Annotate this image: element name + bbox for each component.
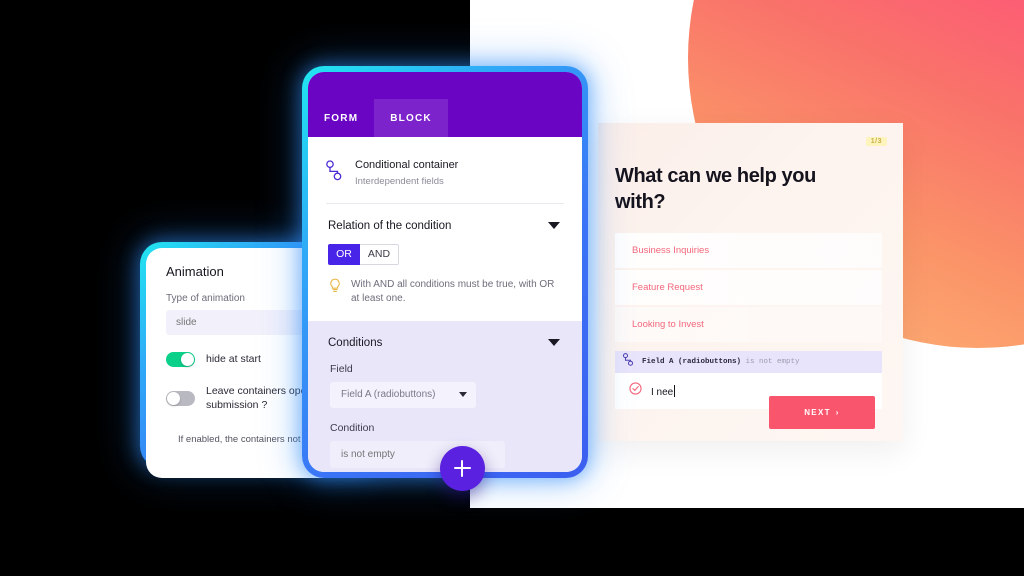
next-button[interactable]: NEXT › [769,396,875,429]
relation-hint: With AND all conditions must be true, wi… [308,265,582,307]
field-select-value: Field A (radiobuttons) [341,389,436,401]
branch-icon [623,353,634,371]
block-title: Conditional container [355,159,459,171]
relation-section-header[interactable]: Relation of the condition [308,204,582,232]
relation-heading: Relation of the condition [328,219,452,232]
conditions-section: Conditions Field Field A (radiobuttons) … [308,320,582,472]
toggle-knob [181,353,194,366]
toggle-hide-at-start-label: hide at start [206,353,261,366]
conditions-section-header[interactable]: Conditions [308,321,582,349]
check-circle-icon [629,382,642,400]
list-item[interactable]: Business Inquiries [615,233,882,268]
field-select[interactable]: Field A (radiobuttons) [330,381,476,408]
list-item[interactable]: Feature Request [615,270,882,305]
relation-option-or[interactable]: OR [328,243,360,265]
panel-tabbar: FORM BLOCK [308,72,582,137]
form-preview-card: 1/3 What can we help you with? Business … [598,123,903,441]
condition-panel: FORM BLOCK Conditional container Interde… [308,72,582,472]
condition-strip-text: Field A (radiobuttons) is not empty [642,358,800,366]
chevron-down-icon[interactable] [548,222,560,230]
tab-block[interactable]: BLOCK [374,99,448,137]
condition-label: Condition [330,421,375,434]
preview-question-title: What can we help you with? [615,165,816,214]
list-item[interactable]: Looking to Invest [615,307,882,342]
lightbulb-icon [328,278,342,299]
answer-text: I nee [651,384,676,398]
toggle-hide-at-start[interactable] [166,352,195,367]
toggle-leave-containers-open[interactable] [166,390,195,406]
condition-strip-operator: is not empty [745,358,800,366]
toggle-knob [167,391,180,405]
conditions-heading: Conditions [328,336,383,349]
condition-indicator-strip: Field A (radiobuttons) is not empty [615,351,882,373]
step-badge: 1/3 [865,137,887,146]
block-subtitle: Interdependent fields [355,175,444,187]
screenshot-stage: 1/3 What can we help you with? Business … [0,0,1024,576]
field-label: Field [330,362,353,375]
relation-hint-text: With AND all conditions must be true, wi… [351,278,555,305]
plus-icon [454,460,471,477]
tab-form[interactable]: FORM [308,99,374,137]
branch-icon [326,160,343,186]
relation-option-and[interactable]: AND [360,243,399,265]
relation-segmented-control: OR AND [328,243,582,265]
answer-value: I nee [651,386,674,398]
chevron-down-icon[interactable] [548,339,560,347]
next-button-label: NEXT [804,408,831,417]
condition-panel-glow: FORM BLOCK Conditional container Interde… [302,66,588,478]
text-caret [674,384,676,397]
add-condition-button[interactable] [440,446,485,491]
chevron-right-icon: › [835,408,840,417]
block-summary: Conditional container Interdependent fie… [308,137,582,187]
chevron-down-icon [459,392,467,398]
condition-strip-field: Field A (radiobuttons) [642,358,742,366]
choice-list: Business Inquiries Feature Request Looki… [615,233,882,344]
